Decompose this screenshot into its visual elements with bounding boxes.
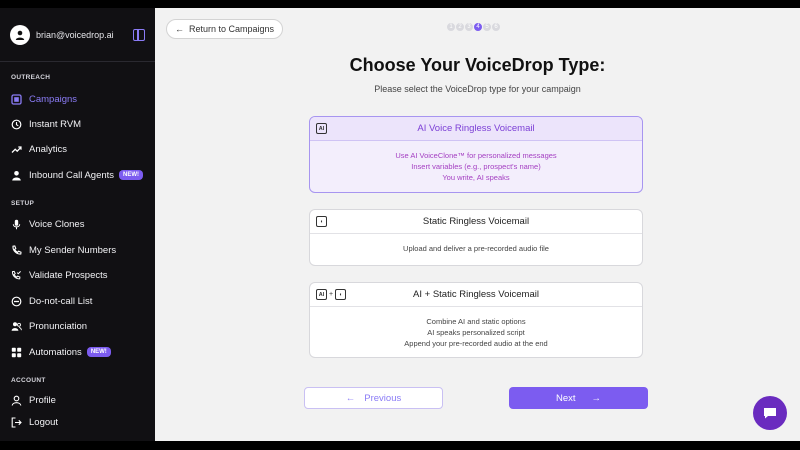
sidebar-item-label: Validate Prospects bbox=[29, 269, 108, 281]
mic-icon bbox=[11, 219, 22, 230]
option-title: AI + Static Ringless Voicemail bbox=[413, 289, 539, 300]
sidebar-item-label: My Sender Numbers bbox=[29, 244, 117, 256]
sidebar-item-label: Automations bbox=[29, 346, 82, 358]
sidebar-item-pronunciation[interactable]: Pronunciation bbox=[0, 315, 155, 337]
clock-icon bbox=[11, 119, 22, 130]
sidebar-collapse-icon[interactable] bbox=[133, 28, 145, 41]
sidebar-item-analytics[interactable]: Analytics bbox=[0, 138, 155, 160]
option-line: Append your pre-recorded audio at the en… bbox=[404, 339, 548, 348]
plus-icon: + bbox=[329, 291, 334, 298]
block-icon bbox=[11, 296, 22, 307]
sidebar-item-label: Voice Clones bbox=[29, 218, 85, 230]
avatar bbox=[10, 24, 30, 45]
sidebar-item-label: Analytics bbox=[29, 143, 68, 155]
phone-check-icon bbox=[11, 270, 22, 281]
previous-button[interactable]: ← Previous bbox=[304, 387, 443, 409]
user-row[interactable]: brian@voicedrop.ai bbox=[0, 8, 155, 62]
sidebar-item-validate-prospects[interactable]: Validate Prospects bbox=[0, 264, 155, 286]
app-frame: brian@voicedrop.ai OUTREACH Campaigns In… bbox=[0, 8, 800, 441]
option-description: Use AI VoiceClone™ for personalized mess… bbox=[310, 141, 642, 183]
step-dot: 6 bbox=[491, 22, 501, 32]
new-badge: NEW! bbox=[86, 347, 111, 357]
ai-icon: AI bbox=[316, 123, 327, 134]
section-label-outreach: OUTREACH bbox=[11, 74, 51, 81]
audio-file-icon: ◖ bbox=[335, 289, 347, 300]
audio-file-icon: ◖ bbox=[316, 216, 327, 227]
logout-icon bbox=[11, 416, 22, 428]
option-card-ai-plus-static[interactable]: AI + ◖ AI + Static Ringless Voicemail Co… bbox=[309, 282, 643, 358]
step-indicator: 1 2 3 4 5 6 bbox=[446, 22, 501, 32]
sidebar-item-instant-rvm[interactable]: Instant RVM bbox=[0, 113, 155, 135]
previous-label: Previous bbox=[364, 392, 402, 404]
next-label: Next bbox=[555, 392, 576, 404]
arrow-left-icon: ← bbox=[345, 392, 356, 404]
section-label-setup: SETUP bbox=[11, 200, 35, 207]
sidebar-item-do-not-call-list[interactable]: Do-not-call List bbox=[0, 290, 155, 312]
sidebar-item-label: Inbound Call Agents bbox=[29, 169, 115, 181]
sidebar-item-profile[interactable]: Profile bbox=[0, 389, 155, 411]
option-description: Upload and deliver a pre-recorded audio … bbox=[310, 234, 642, 254]
section-label-account: ACCOUNT bbox=[11, 377, 46, 384]
page-subtitle: Please select the VoiceDrop type for you… bbox=[374, 84, 581, 94]
return-label: Return to Campaigns bbox=[189, 24, 275, 34]
option-line: AI speaks personalized script bbox=[427, 328, 525, 337]
sidebar-item-logout[interactable]: Logout bbox=[0, 411, 155, 433]
users-icon bbox=[11, 321, 22, 332]
page-title: Choose Your VoiceDrop Type: bbox=[349, 55, 606, 75]
sidebar-item-label: Instant RVM bbox=[29, 118, 82, 130]
sidebar-item-voice-clones[interactable]: Voice Clones bbox=[0, 213, 155, 235]
sidebar-item-automations[interactable]: Automations NEW! bbox=[0, 341, 155, 363]
grid-icon bbox=[11, 347, 22, 358]
option-description: Combine AI and static options AI speaks … bbox=[310, 307, 642, 349]
user-icon bbox=[15, 30, 25, 40]
profile-icon bbox=[11, 395, 22, 406]
option-line: Use AI VoiceClone™ for personalized mess… bbox=[395, 151, 557, 160]
campaigns-icon bbox=[11, 93, 22, 105]
sidebar-item-campaigns[interactable]: Campaigns bbox=[0, 88, 155, 110]
chat-launcher-button[interactable] bbox=[753, 396, 787, 430]
arrow-right-icon: → bbox=[591, 392, 602, 404]
return-to-campaigns-button[interactable]: ← Return to Campaigns bbox=[166, 19, 284, 39]
option-line: Combine AI and static options bbox=[426, 317, 526, 326]
option-card-header: ◖ Static Ringless Voicemail bbox=[310, 210, 642, 234]
chat-bubble-icon bbox=[764, 408, 776, 419]
sidebar-item-label: Logout bbox=[29, 416, 59, 428]
ai-icon: AI bbox=[316, 289, 327, 300]
arrow-left-icon: ← bbox=[175, 24, 184, 34]
sidebar: brian@voicedrop.ai OUTREACH Campaigns In… bbox=[0, 8, 155, 441]
sidebar-item-label: Profile bbox=[29, 394, 56, 406]
option-card-header: AI AI Voice Ringless Voicemail bbox=[310, 117, 642, 141]
option-title: Static Ringless Voicemail bbox=[422, 216, 530, 227]
sidebar-item-label: Pronunciation bbox=[29, 320, 88, 332]
option-title: AI Voice Ringless Voicemail bbox=[417, 123, 535, 134]
main-panel: ← Return to Campaigns 1 2 3 4 5 6 Choose… bbox=[155, 8, 800, 441]
next-button[interactable]: Next → bbox=[509, 387, 648, 409]
option-line: Upload and deliver a pre-recorded audio … bbox=[403, 244, 549, 253]
option-card-ai-voice[interactable]: AI AI Voice Ringless Voicemail Use AI Vo… bbox=[309, 116, 643, 193]
sidebar-item-inbound-call-agents[interactable]: Inbound Call Agents NEW! bbox=[0, 164, 155, 186]
trend-icon bbox=[11, 144, 22, 155]
user-email: brian@voicedrop.ai bbox=[36, 29, 114, 40]
option-card-header: AI + ◖ AI + Static Ringless Voicemail bbox=[310, 283, 642, 307]
sidebar-item-label: Campaigns bbox=[29, 93, 78, 105]
new-badge: NEW! bbox=[119, 170, 144, 180]
option-line: You write, AI speaks bbox=[442, 173, 510, 182]
option-line: Insert variables (e.g., prospect's name) bbox=[411, 162, 541, 171]
sidebar-item-label: Do-not-call List bbox=[29, 295, 93, 307]
person-icon bbox=[11, 170, 22, 181]
option-card-static[interactable]: ◖ Static Ringless Voicemail Upload and d… bbox=[309, 209, 643, 266]
sidebar-item-my-sender-numbers[interactable]: My Sender Numbers bbox=[0, 239, 155, 261]
phone-icon bbox=[11, 244, 22, 256]
